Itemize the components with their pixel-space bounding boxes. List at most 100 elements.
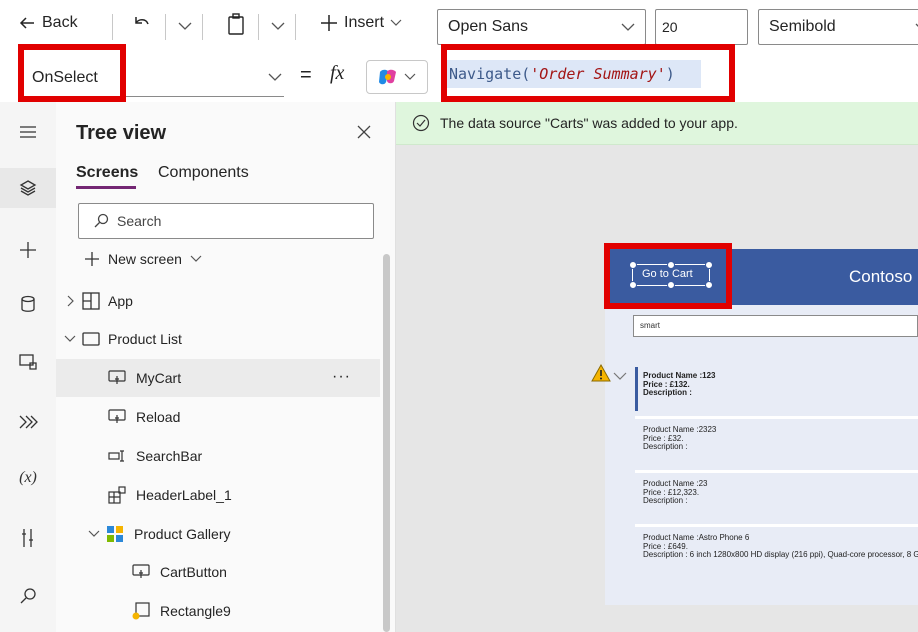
chevron-down-icon <box>390 19 402 26</box>
variables-icon[interactable]: (x) <box>0 458 56 498</box>
close-icon <box>357 125 371 139</box>
font-weight-value: Semibold <box>769 18 836 35</box>
tree-node-reload[interactable]: Reload <box>56 398 380 436</box>
search-placeholder: Search <box>117 213 162 229</box>
formula-bar: OnSelect = fx Navigate('Order Summary') <box>0 44 918 102</box>
power-automate-icon[interactable] <box>0 402 56 442</box>
tree-search-input[interactable]: Search <box>78 203 374 239</box>
warning-icon[interactable] <box>591 363 611 387</box>
close-panel-button[interactable] <box>356 124 372 145</box>
chevron-down-icon <box>404 73 416 80</box>
button-icon <box>108 370 126 384</box>
product-name: Product Name :123 <box>643 371 716 380</box>
app-search-input[interactable]: smart <box>633 315 918 337</box>
chevron-down-icon <box>64 335 76 342</box>
product-description: Description : <box>643 388 692 397</box>
insert-plus-icon[interactable] <box>0 230 56 270</box>
selected-item-indicator <box>635 367 638 411</box>
tree-node-app[interactable]: App <box>56 282 380 320</box>
chevron-down-icon <box>268 73 282 81</box>
undo-dropdown-button[interactable] <box>178 18 192 36</box>
data-cylinder-icon[interactable] <box>0 284 56 324</box>
gallery-item[interactable]: Product Name :Astro Phone 6 Price : £649… <box>635 527 918 575</box>
new-screen-button[interactable]: New screen <box>84 251 202 267</box>
product-name: Product Name :2323 <box>643 425 717 434</box>
chevron-down-icon <box>613 372 627 380</box>
checkmark-circle-icon <box>412 114 430 132</box>
gallery-icon <box>107 526 123 542</box>
divider <box>112 14 113 40</box>
tree-node-rectangle9[interactable]: Rectangle9 <box>56 592 380 630</box>
fx-icon: fx <box>330 62 345 84</box>
tree-node-cartbutton[interactable]: CartButton <box>56 553 380 591</box>
divider <box>202 14 203 40</box>
highlight-box-go-to-cart <box>604 243 732 309</box>
chevron-down-icon <box>190 255 202 262</box>
app-grid-icon <box>82 292 100 310</box>
tree-node-product-list[interactable]: Product List <box>56 320 380 358</box>
back-arrow-icon <box>19 17 34 29</box>
highlight-box-property <box>18 44 126 102</box>
copilot-button[interactable] <box>366 60 428 94</box>
app-search-value: smart <box>640 321 660 330</box>
font-family-value: Open Sans <box>448 18 529 35</box>
rectangle-icon <box>132 602 150 620</box>
font-size-input[interactable]: 20 <box>655 9 748 45</box>
gallery-item[interactable]: Product Name :23 Price : £12,323. Descri… <box>635 473 918 527</box>
insert-label: Insert <box>344 14 385 31</box>
search-icon <box>94 213 109 228</box>
panel-title: Tree view <box>76 122 167 144</box>
button-icon <box>132 564 150 578</box>
copilot-icon <box>379 69 396 85</box>
chevron-down-icon <box>621 23 635 31</box>
search-icon[interactable] <box>0 576 56 616</box>
back-label: Back <box>42 14 78 31</box>
chevron-right-icon <box>67 295 74 307</box>
tab-components[interactable]: Components <box>158 164 249 182</box>
gallery-item[interactable]: Product Name :123 Price : £132. Descript… <box>635 365 918 419</box>
clipboard-icon <box>228 13 244 35</box>
gallery-item[interactable]: Product Name :2323 Price : £32. Descript… <box>635 419 918 473</box>
divider <box>295 14 296 40</box>
product-name: Product Name :Astro Phone 6 <box>643 533 750 542</box>
media-icon[interactable] <box>0 342 56 382</box>
product-description: Description : <box>643 496 688 505</box>
undo-icon <box>135 17 149 25</box>
font-family-select[interactable]: Open Sans <box>437 9 646 45</box>
divider <box>258 14 259 40</box>
chevron-down-icon <box>178 22 192 30</box>
active-tab-indicator <box>76 186 136 189</box>
undo-button[interactable] <box>132 14 152 39</box>
tree-node-product-gallery[interactable]: Product Gallery <box>56 515 380 553</box>
screen-icon <box>82 332 100 346</box>
label-icon <box>108 486 126 504</box>
tree-node-headerlabel[interactable]: HeaderLabel_1 <box>56 476 380 514</box>
app-brand-title: Contoso <box>849 267 913 286</box>
font-size-value: 20 <box>662 19 678 35</box>
highlight-box-formula <box>441 44 735 102</box>
chevron-down-icon <box>271 22 285 30</box>
paste-dropdown-button[interactable] <box>271 18 285 36</box>
more-options-button[interactable]: ··· <box>332 368 351 386</box>
plus-icon <box>321 15 337 31</box>
product-name: Product Name :23 <box>643 479 708 488</box>
back-button[interactable]: Back <box>18 14 78 32</box>
tree-view-layers-icon[interactable] <box>0 168 56 208</box>
advanced-tools-icon[interactable] <box>0 518 56 558</box>
hamburger-menu-icon[interactable] <box>0 112 56 152</box>
new-screen-label: New screen <box>108 251 182 267</box>
insert-button[interactable]: Insert <box>320 14 402 32</box>
gallery-expand-chevron[interactable] <box>613 368 627 386</box>
plus-icon <box>85 252 99 266</box>
tree-node-mycart[interactable]: MyCart ··· <box>56 359 380 397</box>
notification-bar: The data source "Carts" was added to you… <box>396 102 918 145</box>
tree-scrollbar[interactable] <box>383 254 390 632</box>
tab-screens[interactable]: Screens <box>76 164 138 182</box>
left-rail: (x) <box>0 102 57 632</box>
tree-node-searchbar[interactable]: SearchBar <box>56 437 380 475</box>
tree-view-panel: Tree view Screens Components Search New … <box>56 102 396 632</box>
font-weight-select[interactable]: Semibold <box>758 9 918 45</box>
divider <box>165 14 166 40</box>
paste-button[interactable] <box>228 13 244 40</box>
product-description: Description : 6 inch 1280x800 HD display… <box>643 550 918 559</box>
